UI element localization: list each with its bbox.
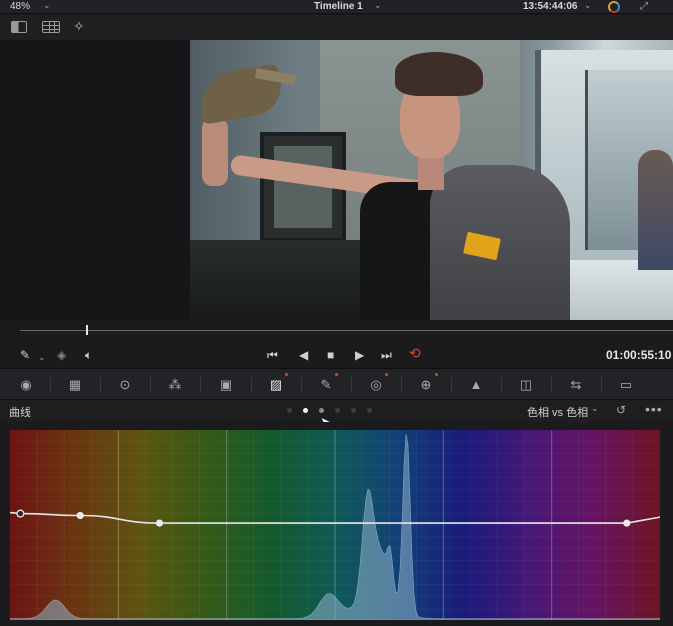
transport-bar: ✎ ⌄ ◈ 🔈︎ ⏮︎ ◀ ■ ▶ ⏭︎ ⟲ 01:00:55:10 bbox=[0, 342, 673, 368]
page-dot[interactable] bbox=[303, 408, 308, 413]
page-dot[interactable] bbox=[335, 408, 340, 413]
sizing-icon[interactable]: ⇆ bbox=[566, 376, 586, 393]
viewer bbox=[0, 40, 673, 320]
panel-title: 曲线 bbox=[9, 407, 31, 419]
motion-effects-icon[interactable]: ▣ bbox=[216, 376, 236, 393]
magic-wand-icon[interactable]: ✧ bbox=[73, 18, 85, 35]
timeline-title[interactable]: Timeline 1 bbox=[314, 1, 363, 12]
scrubber-track[interactable] bbox=[20, 330, 673, 331]
hue-vs-hue-curve-graph[interactable] bbox=[10, 430, 660, 620]
chevron-down-icon[interactable]: ⌄ bbox=[38, 350, 46, 364]
modified-indicator bbox=[435, 373, 438, 376]
rgb-mixer-icon[interactable]: ⁂ bbox=[165, 376, 185, 393]
page-dot[interactable] bbox=[319, 408, 324, 413]
curve-control-point[interactable] bbox=[16, 509, 25, 518]
grid-view-icon[interactable] bbox=[42, 21, 60, 33]
page-dot[interactable] bbox=[287, 408, 292, 413]
color-wheel-icon[interactable] bbox=[608, 1, 620, 13]
curve-control-point[interactable] bbox=[155, 519, 164, 527]
playhead[interactable] bbox=[86, 325, 89, 335]
chevron-down-icon[interactable]: ⌄ bbox=[374, 0, 382, 11]
loop-icon[interactable]: ⟲ bbox=[409, 346, 421, 360]
chevron-down-icon[interactable]: ⌄ bbox=[584, 0, 592, 11]
play-icon[interactable]: ▶ bbox=[355, 348, 364, 362]
speaker-icon[interactable]: 🔈︎ bbox=[85, 348, 92, 362]
viewer-toolbar: ✧ bbox=[0, 15, 673, 40]
skip-end-icon[interactable]: ⏭︎ bbox=[381, 348, 392, 362]
chevron-down-icon[interactable]: ⌄ bbox=[591, 403, 599, 414]
window-icon[interactable]: ◎ bbox=[366, 376, 386, 393]
modified-indicator bbox=[385, 373, 388, 376]
modified-indicator bbox=[285, 373, 288, 376]
3d-icon[interactable]: ▭ bbox=[616, 376, 636, 393]
color-wheels-icon[interactable]: ⊙ bbox=[115, 376, 135, 393]
curve-graph-area bbox=[0, 422, 673, 626]
page-dot[interactable] bbox=[351, 408, 356, 413]
curve-control-point[interactable] bbox=[76, 511, 84, 520]
more-options-icon[interactable]: ••• bbox=[645, 401, 663, 417]
curve-mode-select[interactable]: 色相 vs 色相 bbox=[527, 404, 588, 420]
tracker-icon[interactable]: ⊕ bbox=[416, 376, 436, 393]
timeline-scrubber[interactable] bbox=[0, 320, 673, 342]
color-match-icon[interactable]: ▦ bbox=[65, 376, 85, 393]
expand-icon[interactable]: ⤢ bbox=[640, 1, 648, 12]
stop-icon[interactable]: ■ bbox=[327, 348, 334, 362]
curves-header: 曲线 色相 vs 色相 ⌄ ↺ ••• bbox=[0, 400, 673, 422]
curve-control-point[interactable] bbox=[623, 519, 631, 527]
chevron-down-icon[interactable]: ⌄ bbox=[43, 0, 51, 11]
camera-raw-icon[interactable]: ◉ bbox=[16, 376, 36, 393]
layers-icon[interactable]: ◈ bbox=[57, 348, 66, 362]
split-view-icon[interactable] bbox=[11, 21, 27, 33]
blur-icon[interactable]: ▲ bbox=[466, 376, 486, 393]
zoom-level[interactable]: 48% bbox=[10, 1, 30, 12]
record-timecode: 01:00:55:10 bbox=[606, 348, 672, 362]
top-bar: 48% ⌄ Timeline 1 ⌄ 13:54:44:06 ⌄ ⤢ bbox=[0, 0, 673, 14]
curves-icon[interactable]: ▨ bbox=[266, 376, 286, 393]
eyedropper-icon[interactable]: ✎ bbox=[20, 348, 30, 362]
page-dot[interactable] bbox=[367, 408, 372, 413]
modified-indicator bbox=[335, 373, 338, 376]
color-palette-bar: ◉ ▦ ⊙ ⁂ ▣ ▨ ✎ ◎ ⊕ ▲ ◫ ⇆ ▭ bbox=[0, 368, 673, 400]
skip-start-icon[interactable]: ⏮︎ bbox=[267, 348, 278, 362]
source-timecode: 13:54:44:06 bbox=[523, 1, 578, 12]
reset-icon[interactable]: ↺ bbox=[616, 403, 626, 417]
qualifier-icon[interactable]: ✎ bbox=[316, 376, 336, 393]
viewer-empty-area bbox=[0, 40, 190, 320]
step-back-icon[interactable]: ◀ bbox=[299, 348, 308, 362]
key-icon[interactable]: ◫ bbox=[516, 376, 536, 393]
video-frame[interactable] bbox=[190, 40, 673, 320]
